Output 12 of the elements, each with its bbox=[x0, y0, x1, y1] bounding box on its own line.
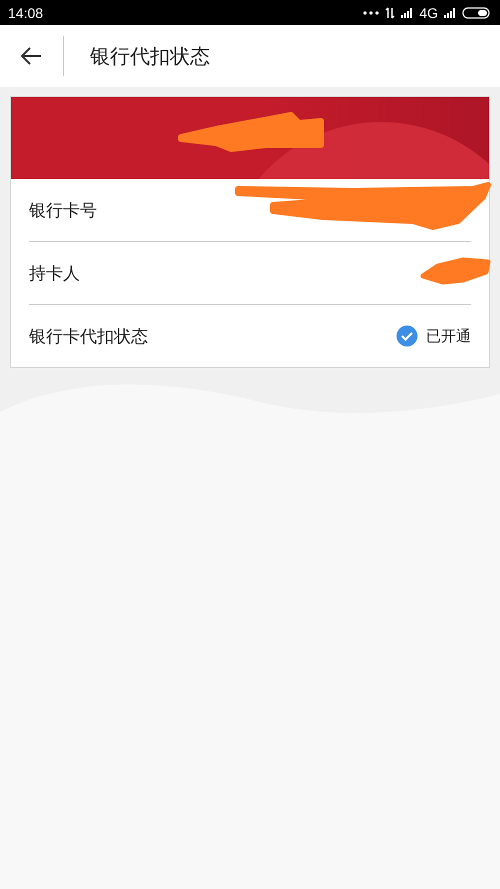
data-arrows-icon bbox=[385, 6, 396, 18]
signal-icon bbox=[401, 8, 414, 18]
row-label: 银行卡号 bbox=[29, 200, 97, 222]
network-type: 4G bbox=[419, 4, 438, 20]
row-label: 银行卡代扣状态 bbox=[29, 326, 148, 348]
status-text: 已开通 bbox=[426, 326, 471, 346]
status-time: 14:08 bbox=[8, 4, 44, 20]
page-title: 银行代扣状态 bbox=[90, 42, 210, 70]
signal-icon bbox=[444, 8, 456, 18]
battery-icon bbox=[462, 6, 492, 18]
row-label: 持卡人 bbox=[29, 262, 80, 284]
more-dots-icon bbox=[363, 10, 380, 16]
